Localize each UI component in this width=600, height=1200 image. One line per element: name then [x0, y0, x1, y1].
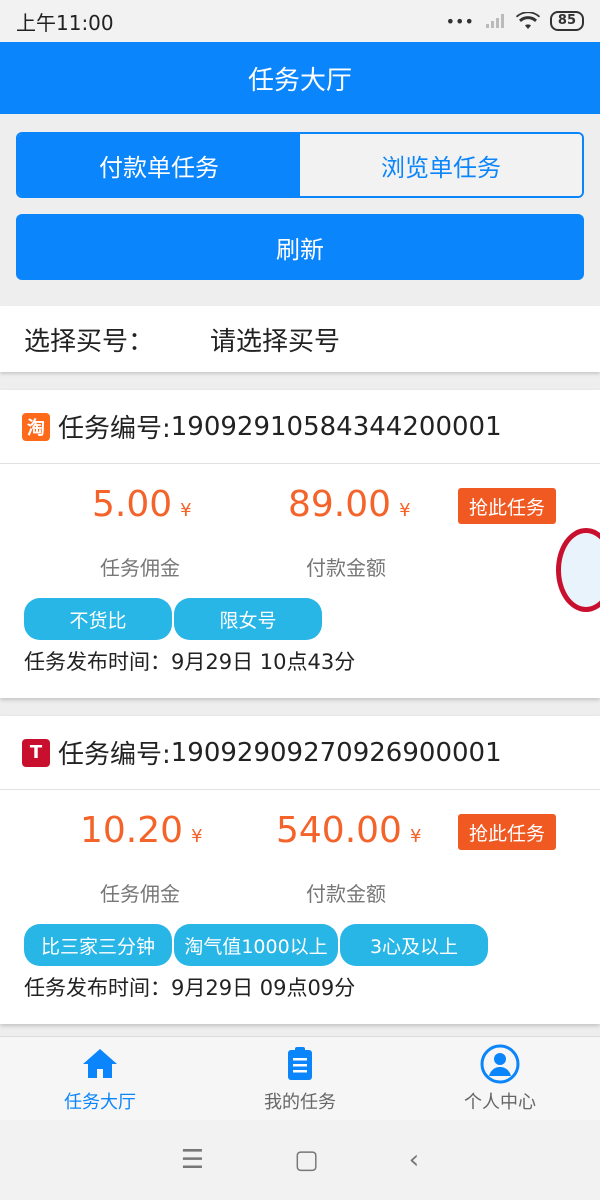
- wifi-icon: [515, 12, 540, 29]
- refresh-button[interactable]: 刷新: [16, 214, 584, 280]
- task-type-tabs: 付款单任务 浏览单任务: [16, 132, 584, 198]
- task-card-body: 5.00 ¥ 89.00 ¥ 抢此任务 任务佣金 付款金额 不货比 限女号 任务…: [0, 464, 600, 698]
- signal-icon: [485, 14, 504, 28]
- back-icon[interactable]: ‹: [409, 1145, 419, 1175]
- task-tag: 比三家三分钟: [24, 924, 172, 966]
- commission-label: 任务佣金: [100, 556, 180, 580]
- status-bar: 上午11:00 ••• 85: [0, 0, 600, 42]
- payment-value: 540.00: [276, 810, 402, 851]
- clipboard-icon: [288, 1046, 312, 1080]
- publish-time-value: 9月29日 09点09分: [171, 976, 356, 1000]
- home-icon: [83, 1048, 117, 1078]
- status-time: 上午11:00: [16, 10, 114, 35]
- task-card-body: 10.20 ¥ 540.00 ¥ 抢此任务 任务佣金 付款金额 比三家三分钟 淘…: [0, 790, 600, 1024]
- tab-browse-tasks[interactable]: 浏览单任务: [300, 134, 582, 196]
- menu-icon[interactable]: ☰: [181, 1145, 204, 1175]
- nav-label: 任务大厅: [64, 1091, 136, 1113]
- system-nav-bar: ☰ ▢ ‹: [0, 1120, 600, 1200]
- account-select-row[interactable]: 选择买号： 请选择买号: [0, 306, 600, 372]
- account-label: 选择买号：: [24, 326, 155, 357]
- payment-value: 89.00: [288, 484, 392, 525]
- currency-symbol: ¥: [409, 826, 422, 847]
- publish-time: 任务发布时间：9月29日 09点09分: [24, 972, 355, 1002]
- payment-amount: 89.00 ¥: [288, 484, 411, 525]
- grab-task-button[interactable]: 抢此任务: [458, 814, 556, 850]
- commission-label: 任务佣金: [100, 882, 180, 906]
- nav-item-task-hall[interactable]: 任务大厅: [0, 1037, 200, 1120]
- payment-label: 付款金额: [306, 556, 386, 580]
- app-header: 任务大厅: [0, 42, 600, 114]
- publish-time-label: 任务发布时间：: [24, 976, 171, 1000]
- user-icon: [480, 1044, 520, 1083]
- taobao-icon: 淘: [22, 412, 50, 441]
- currency-symbol: ¥: [399, 500, 411, 521]
- nav-label: 我的任务: [264, 1091, 336, 1113]
- task-card: 淘 任务编号: 19092910584344200001 5.00 ¥ 89.0…: [0, 390, 600, 698]
- task-card: T 任务编号: 19092909270926900001 10.20 ¥ 540…: [0, 716, 600, 1024]
- payment-amount: 540.00 ¥: [276, 810, 421, 851]
- task-tag: 限女号: [174, 598, 322, 640]
- task-tag: 3心及以上: [340, 924, 488, 966]
- commission-amount: 5.00 ¥: [92, 484, 192, 525]
- task-card-header: T 任务编号: 19092909270926900001: [0, 716, 600, 790]
- page-title: 任务大厅: [247, 65, 352, 96]
- commission-value: 10.20: [80, 810, 184, 851]
- task-card-header: 淘 任务编号: 19092910584344200001: [0, 390, 600, 464]
- task-id: 19092909270926900001: [170, 737, 502, 768]
- commission-amount: 10.20 ¥: [80, 810, 203, 851]
- nav-label: 个人中心: [464, 1091, 536, 1113]
- publish-time-value: 9月29日 10点43分: [171, 650, 356, 674]
- task-tags: 不货比 限女号: [24, 598, 322, 640]
- battery-indicator: 85: [549, 11, 584, 31]
- nav-item-profile[interactable]: 个人中心: [400, 1037, 600, 1120]
- task-id-label: 任务编号:: [58, 740, 171, 770]
- currency-symbol: ¥: [191, 826, 203, 847]
- bottom-nav: 任务大厅 我的任务 个人中心: [0, 1036, 600, 1120]
- task-tags: 比三家三分钟 淘气值1000以上 3心及以上: [24, 924, 488, 966]
- tab-payment-tasks[interactable]: 付款单任务: [18, 134, 300, 196]
- payment-label: 付款金额: [306, 882, 386, 906]
- task-id: 19092910584344200001: [170, 411, 502, 442]
- publish-time-label: 任务发布时间：: [24, 650, 171, 674]
- task-tag: 不货比: [24, 598, 172, 640]
- currency-symbol: ¥: [180, 500, 192, 521]
- publish-time: 任务发布时间：9月29日 10点43分: [24, 646, 355, 676]
- nav-item-my-tasks[interactable]: 我的任务: [200, 1037, 400, 1120]
- task-tag: 淘气值1000以上: [174, 924, 338, 966]
- task-id-label: 任务编号:: [58, 414, 171, 444]
- more-dots-icon: •••: [445, 11, 474, 31]
- account-select[interactable]: 请选择买号: [210, 321, 340, 358]
- status-icons: ••• 85: [446, 11, 584, 31]
- grab-task-button[interactable]: 抢此任务: [458, 488, 556, 524]
- tmall-icon: T: [22, 738, 50, 767]
- home-square-icon[interactable]: ▢: [294, 1145, 319, 1175]
- commission-value: 5.00: [92, 484, 173, 525]
